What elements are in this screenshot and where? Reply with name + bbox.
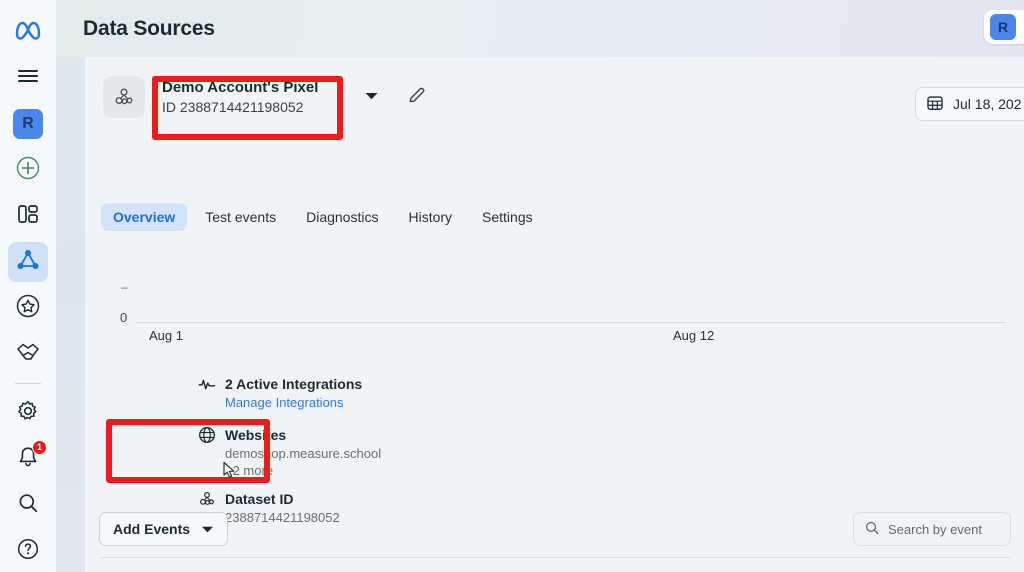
website-domain: demoshop.measure.school	[225, 446, 382, 461]
websites-heading: Websites	[198, 426, 381, 444]
rail-item-meta-logo[interactable]	[8, 12, 48, 52]
rail-item-menu[interactable]	[8, 58, 48, 98]
chevron-down-icon	[364, 88, 379, 106]
rail-item-settings[interactable]	[8, 393, 48, 433]
tab-bar: Overview Test events Diagnostics History…	[101, 203, 545, 231]
tab-diagnostics[interactable]: Diagnostics	[294, 203, 390, 231]
data-sources-node-icon	[15, 247, 41, 278]
events-activity-chart: – 0 Aug 1 Aug 12	[103, 252, 1006, 352]
pencil-edit-icon	[407, 85, 427, 110]
notification-badge: 1	[32, 440, 47, 455]
app-root: R 1 Data Sources R Demo Account's Pixel …	[0, 0, 1024, 572]
plus-circle-icon	[15, 155, 41, 186]
data-source-info: Demo Account's Pixel ID 2388714421198052	[162, 78, 318, 117]
active-integrations-title: 2 Active Integrations	[225, 376, 363, 392]
rail-content-gap	[57, 0, 85, 572]
calendar-grid-icon	[926, 94, 944, 115]
add-events-label: Add Events	[113, 521, 191, 537]
tab-overview[interactable]: Overview	[101, 203, 188, 231]
left-nav-rail: R 1	[0, 0, 57, 572]
websites-more-link[interactable]: +2 more	[225, 463, 381, 478]
tab-test-events[interactable]: Test events	[193, 203, 288, 231]
rail-item-favorites[interactable]	[8, 288, 48, 328]
gear-icon	[16, 399, 40, 428]
date-range-picker[interactable]: Jul 18, 202	[915, 87, 1024, 121]
data-source-header: Demo Account's Pixel ID 2388714421198052	[103, 76, 427, 118]
pixel-dataset-icon	[103, 76, 145, 118]
active-integrations-heading: 2 Active Integrations	[198, 375, 362, 393]
search-icon	[16, 491, 40, 520]
rail-item-notifications[interactable]: 1	[8, 439, 48, 479]
edit-data-source-button[interactable]	[407, 85, 427, 110]
date-range-value: Jul 18, 202	[953, 96, 1022, 112]
search-icon	[864, 520, 880, 539]
dashboard-grid-icon	[16, 202, 40, 231]
star-circle-icon	[15, 293, 41, 324]
handshake-icon	[15, 340, 41, 369]
hamburger-menu-icon	[17, 68, 39, 89]
data-source-name: Demo Account's Pixel	[162, 78, 319, 96]
y-axis-tick-dash: –	[121, 280, 128, 294]
rail-item-dashboard[interactable]	[8, 196, 48, 236]
rail-item-help[interactable]	[8, 531, 48, 571]
dataset-id-value[interactable]: 2388714421198052	[225, 510, 340, 525]
rail-item-data-sources[interactable]	[8, 242, 48, 282]
tab-history[interactable]: History	[396, 203, 464, 231]
data-source-dropdown-button[interactable]	[364, 88, 379, 106]
activity-pulse-icon	[198, 375, 216, 393]
globe-icon	[198, 426, 216, 444]
page-header: Data Sources R	[57, 0, 1024, 57]
add-events-button[interactable]: Add Events	[99, 512, 229, 546]
chart-baseline	[135, 322, 1006, 323]
chevron-down-icon	[201, 521, 214, 537]
question-circle-icon	[16, 537, 40, 566]
content-card: Demo Account's Pixel ID 2388714421198052	[85, 57, 1024, 572]
websites-title: Websites	[225, 427, 287, 443]
x-axis-tick-aug-1: Aug 1	[149, 328, 183, 343]
rail-item-search[interactable]	[8, 485, 48, 525]
data-source-id: ID 2388714421198052	[162, 98, 304, 115]
search-events-input[interactable]: Search by event	[853, 512, 1011, 546]
header-account-avatar[interactable]: R	[984, 10, 1024, 44]
avatar: R	[990, 14, 1016, 40]
meta-infinity-logo-icon	[14, 20, 42, 45]
websites-block: Websites demoshop.measure.school +2 more	[198, 426, 381, 478]
rail-divider	[15, 383, 41, 384]
avatar: R	[13, 109, 43, 139]
dataset-id-title: Dataset ID	[225, 491, 294, 507]
tab-settings[interactable]: Settings	[470, 203, 545, 231]
rail-item-create[interactable]	[8, 150, 48, 190]
pixel-dataset-icon	[198, 490, 216, 508]
manage-integrations-link[interactable]: Manage Integrations	[225, 395, 362, 410]
y-axis-tick-zero: 0	[120, 310, 128, 325]
footer-divider	[99, 557, 1011, 558]
search-events-placeholder: Search by event	[888, 521, 982, 537]
page-title: Data Sources	[83, 17, 215, 40]
rail-item-account-avatar[interactable]: R	[8, 104, 48, 144]
rail-item-partnerships[interactable]	[8, 334, 48, 374]
dataset-id-heading: Dataset ID	[198, 490, 340, 508]
x-axis-tick-aug-12: Aug 12	[673, 328, 715, 343]
active-integrations-block: 2 Active Integrations Manage Integration…	[198, 375, 362, 410]
